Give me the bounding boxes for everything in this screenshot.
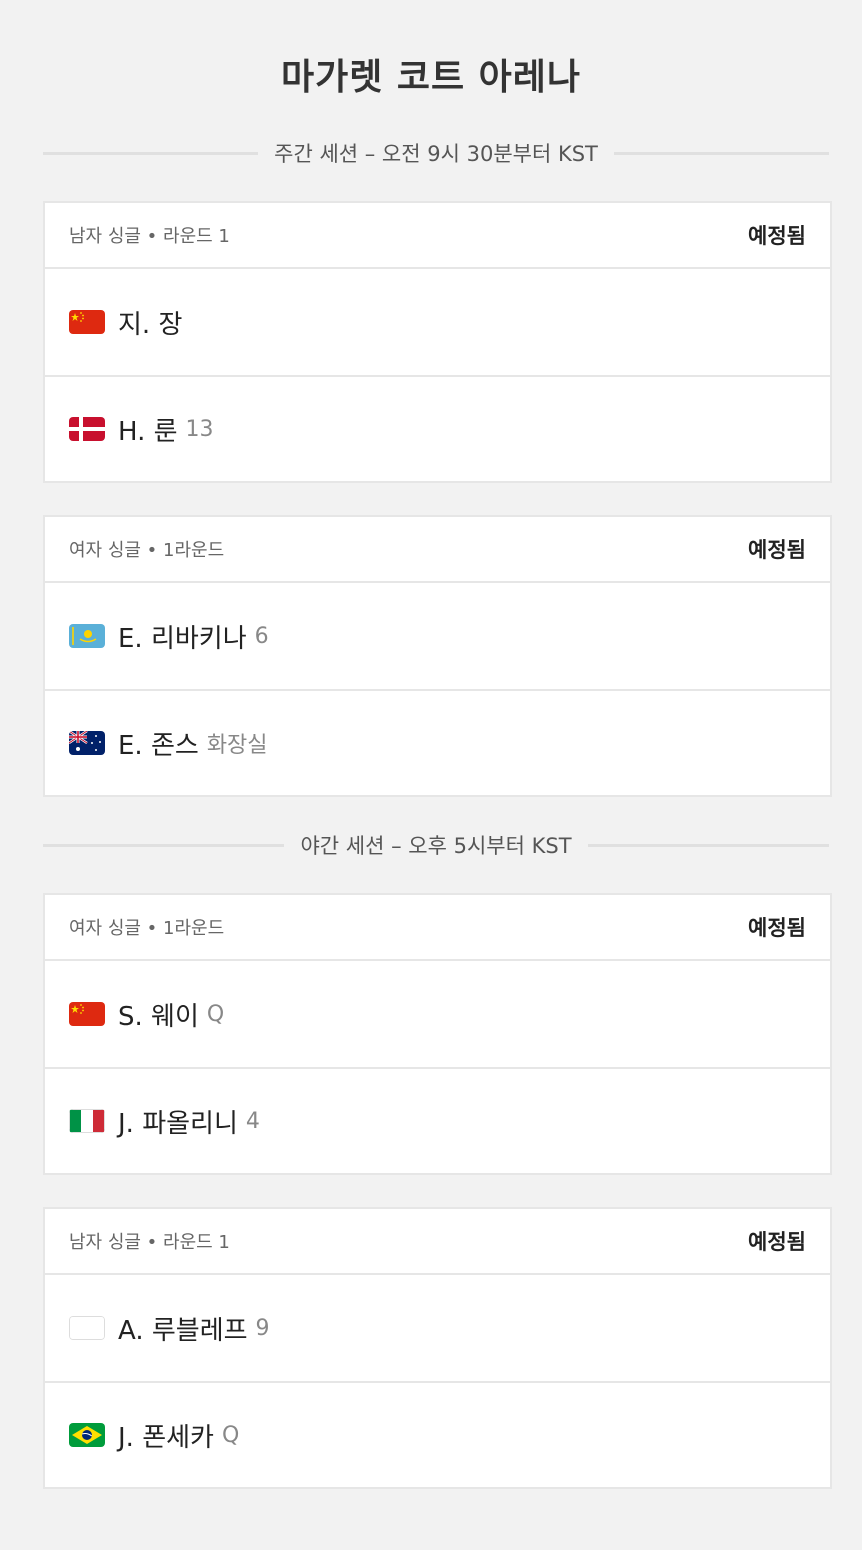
- player-row[interactable]: E. 리바키나 6: [45, 583, 830, 689]
- player-row[interactable]: A. 루블레프 9: [45, 1275, 830, 1381]
- player-name[interactable]: S. 웨이: [118, 996, 199, 1033]
- player-name[interactable]: E. 존스: [118, 725, 199, 762]
- blank-flag-icon: [69, 1316, 105, 1340]
- match-meta: 여자 싱글 • 1라운드: [69, 918, 225, 939]
- match-status: 예정됨: [748, 224, 806, 248]
- page-title: 마가렛 코트 아레나: [280, 57, 582, 98]
- player-name[interactable]: 지. 장: [118, 304, 182, 341]
- match-card[interactable]: 남자 싱글 • 라운드 1 예정됨 지. 장 H. 룬 13: [43, 201, 832, 483]
- match-meta: 남자 싱글 • 라운드 1: [69, 1232, 230, 1253]
- player-seed: 4: [245, 1108, 260, 1134]
- player-seed: Q: [206, 1001, 225, 1027]
- china-flag-icon: [69, 310, 105, 334]
- brazil-flag-icon: [69, 1423, 105, 1447]
- divider-line: [43, 151, 259, 155]
- player-seed: 화장실: [206, 733, 268, 758]
- player-row[interactable]: H. 룬 13: [45, 375, 830, 481]
- session-label: 주간 세션 – 오전 9시 30분부터 KST: [274, 142, 598, 166]
- player-row[interactable]: E. 존스 화장실: [45, 689, 830, 795]
- australia-flag-icon: [69, 731, 105, 755]
- denmark-flag-icon: [69, 417, 105, 441]
- player-name[interactable]: J. 파올리니: [118, 1103, 238, 1140]
- player-name[interactable]: A. 루블레프: [118, 1310, 248, 1347]
- italy-flag-icon: [69, 1109, 105, 1133]
- match-status: 예정됨: [748, 538, 806, 562]
- match-card[interactable]: 여자 싱글 • 1라운드 예정됨 E. 리바키나 6 E. 존스 화장실: [43, 515, 832, 797]
- player-row[interactable]: J. 폰세카 Q: [45, 1381, 830, 1487]
- match-card[interactable]: 여자 싱글 • 1라운드 예정됨 S. 웨이 Q J. 파올리니 4: [43, 893, 832, 1175]
- session-label: 야간 세션 – 오후 5시부터 KST: [300, 834, 572, 858]
- player-name[interactable]: H. 룬: [118, 411, 178, 448]
- match-header: 여자 싱글 • 1라운드 예정됨: [45, 895, 830, 961]
- match-status: 예정됨: [748, 1230, 806, 1254]
- player-row[interactable]: S. 웨이 Q: [45, 961, 830, 1067]
- player-row[interactable]: J. 파올리니 4: [45, 1067, 830, 1173]
- match-meta: 남자 싱글 • 라운드 1: [69, 226, 230, 247]
- match-card[interactable]: 남자 싱글 • 라운드 1 예정됨 A. 루블레프 9 J. 폰세카 Q: [43, 1207, 832, 1489]
- player-name[interactable]: J. 폰세카: [118, 1417, 214, 1454]
- divider-line: [43, 843, 285, 847]
- player-seed: 13: [185, 416, 214, 442]
- player-seed: 6: [254, 623, 269, 649]
- match-status: 예정됨: [748, 916, 806, 940]
- divider-line: [587, 843, 830, 847]
- china-flag-icon: [69, 1002, 105, 1026]
- divider-line: [613, 151, 830, 155]
- player-seed: 9: [255, 1315, 270, 1341]
- match-header: 여자 싱글 • 1라운드 예정됨: [45, 517, 830, 583]
- match-header: 남자 싱글 • 라운드 1 예정됨: [45, 1209, 830, 1275]
- kazakhstan-flag-icon: [69, 624, 105, 648]
- match-meta: 여자 싱글 • 1라운드: [69, 540, 225, 561]
- player-row[interactable]: 지. 장: [45, 269, 830, 375]
- player-name[interactable]: E. 리바키나: [118, 618, 247, 655]
- match-header: 남자 싱글 • 라운드 1 예정됨: [45, 203, 830, 269]
- player-seed: Q: [221, 1422, 240, 1448]
- session-divider-day: 주간 세션 – 오전 9시 30분부터 KST: [43, 138, 830, 168]
- session-divider-night: 야간 세션 – 오후 5시부터 KST: [43, 830, 830, 860]
